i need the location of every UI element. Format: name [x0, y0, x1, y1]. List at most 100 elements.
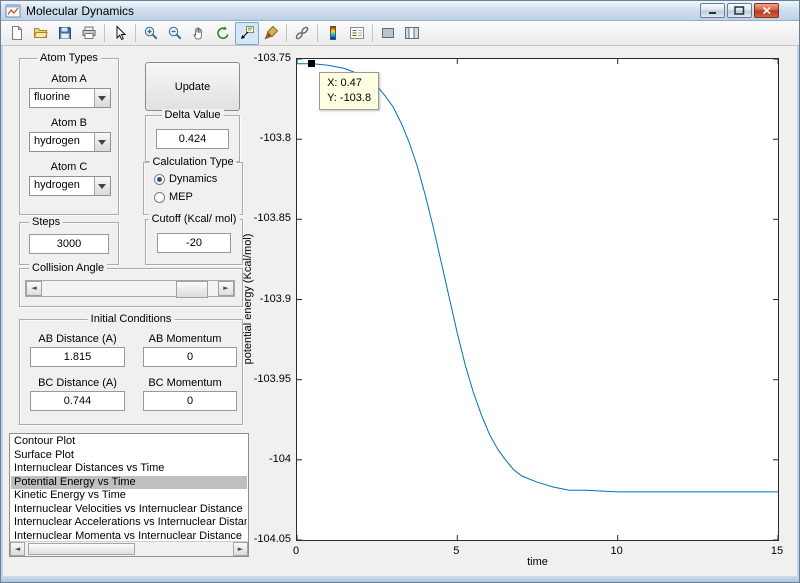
atom-b-value: hydrogen — [34, 135, 80, 147]
axis-ticks — [297, 59, 778, 540]
atom-types-panel-title: Atom Types — [37, 52, 101, 64]
bc-distance-label: BC Distance (A) — [25, 377, 130, 389]
list-item[interactable]: Contour Plot — [11, 435, 247, 449]
hide-plot-tools-button[interactable] — [376, 22, 400, 45]
listbox-hscrollbar[interactable] — [10, 541, 248, 556]
matlab-figure-window: Molecular Dynamics Atom Typ — [0, 0, 800, 583]
mep-radio[interactable]: MEP — [154, 191, 193, 203]
list-item[interactable]: Internuclear Momenta vs Internuclear Dis… — [11, 530, 247, 542]
slider-right-arrow-icon[interactable] — [218, 281, 234, 296]
initial-conditions-panel-title: Initial Conditions — [88, 313, 175, 325]
x-tick-label: 5 — [436, 545, 476, 557]
datatip: X: 0.47 Y: -103.8 — [319, 72, 379, 110]
atom-c-select[interactable]: hydrogen — [29, 176, 111, 196]
atom-c-label: Atom C — [20, 161, 118, 173]
zoom-in-button[interactable] — [139, 22, 163, 45]
plot-type-listbox[interactable]: Contour PlotSurface PlotInternuclear Dis… — [9, 433, 249, 557]
slider-left-arrow-icon[interactable] — [26, 281, 42, 296]
list-item[interactable]: Internuclear Velocities vs Internuclear … — [11, 503, 247, 517]
update-button[interactable]: Update — [145, 62, 240, 111]
window-title: Molecular Dynamics — [26, 4, 134, 18]
list-item-selected[interactable]: Potential Energy vs Time — [11, 476, 247, 490]
data-cursor-button[interactable] — [235, 22, 259, 45]
x-axis-label: time — [517, 556, 558, 568]
collision-angle-slider[interactable] — [25, 280, 235, 297]
bc-momentum-input[interactable]: 0 — [143, 391, 237, 411]
y-tick-label: -103.85 — [233, 212, 291, 224]
atom-b-select[interactable]: hydrogen — [29, 132, 111, 152]
toolbar-separator — [372, 24, 373, 42]
maximize-button[interactable] — [727, 3, 752, 18]
calculation-type-panel: Calculation Type Dynamics MEP — [143, 162, 243, 215]
open-file-button[interactable] — [29, 22, 53, 45]
close-button[interactable] — [754, 3, 779, 18]
ab-distance-input[interactable]: 1.815 — [30, 347, 125, 367]
chevron-down-icon — [94, 89, 110, 107]
bc-momentum-label: BC Momentum — [135, 377, 235, 389]
window-frame-left — [1, 46, 3, 582]
chevron-down-icon — [94, 133, 110, 151]
cutoff-panel-title: Cutoff (Kcal/ mol) — [149, 213, 240, 225]
delta-value-panel: Delta Value 0.424 — [145, 115, 240, 162]
datatip-x-value: X: 0.47 — [327, 76, 371, 91]
titlebar[interactable]: Molecular Dynamics — [1, 1, 799, 21]
mep-radio-label: MEP — [169, 191, 193, 203]
show-plot-tools-button[interactable] — [400, 22, 424, 45]
potential-energy-curve — [297, 64, 778, 492]
dynamics-radio[interactable]: Dynamics — [154, 173, 217, 185]
insert-colorbar-button[interactable] — [321, 22, 345, 45]
datatip-marker[interactable] — [308, 60, 315, 67]
pan-button[interactable] — [187, 22, 211, 45]
toolbar-separator — [104, 24, 105, 42]
atom-a-value: fluorine — [34, 91, 70, 103]
datatip-y-value: Y: -103.8 — [327, 91, 371, 106]
list-item[interactable]: Internuclear Distances vs Time — [11, 462, 247, 476]
y-tick-label: -104 — [233, 453, 291, 465]
link-plot-button[interactable] — [290, 22, 314, 45]
plot-axes — [296, 58, 779, 541]
scrollbar-thumb[interactable] — [28, 543, 135, 555]
steps-input[interactable]: 3000 — [29, 234, 109, 254]
y-tick-label: -103.95 — [233, 373, 291, 385]
new-figure-button[interactable] — [5, 22, 29, 45]
delta-value-input[interactable]: 0.424 — [156, 129, 229, 149]
chevron-down-icon — [94, 177, 110, 195]
ab-distance-label: AB Distance (A) — [25, 333, 130, 345]
edit-plot-button[interactable] — [108, 22, 132, 45]
y-tick-label: -103.9 — [233, 293, 291, 305]
collision-angle-panel: Collision Angle — [19, 268, 243, 307]
save-figure-button[interactable] — [53, 22, 77, 45]
print-figure-button[interactable] — [77, 22, 101, 45]
minimize-button[interactable] — [700, 3, 725, 18]
window-frame-right — [797, 46, 799, 582]
radio-selected-icon — [154, 174, 165, 185]
toolbar-separator — [135, 24, 136, 42]
list-item[interactable]: Surface Plot — [11, 449, 247, 463]
cutoff-input[interactable]: -20 — [157, 233, 231, 253]
list-item[interactable]: Internuclear Accelerations vs Internucle… — [11, 516, 247, 530]
zoom-out-button[interactable] — [163, 22, 187, 45]
atom-types-panel: Atom Types Atom A fluorine Atom B hydrog… — [19, 58, 119, 215]
bc-distance-input[interactable]: 0.744 — [30, 391, 125, 411]
rotate-3d-button[interactable] — [211, 22, 235, 45]
x-tick-label: 0 — [276, 545, 316, 557]
ab-momentum-input[interactable]: 0 — [143, 347, 237, 367]
x-tick-label: 15 — [757, 545, 797, 557]
toolbar-separator — [286, 24, 287, 42]
scrollbar-left-arrow-icon[interactable] — [10, 542, 25, 556]
dynamics-radio-label: Dynamics — [169, 173, 217, 185]
list-item[interactable]: Kinetic Energy vs Time — [11, 489, 247, 503]
window-frame-bottom — [1, 576, 799, 583]
slider-thumb[interactable] — [176, 281, 208, 298]
insert-legend-button[interactable] — [345, 22, 369, 45]
listbox-items: Contour PlotSurface PlotInternuclear Dis… — [11, 435, 247, 541]
toolbar-separator — [317, 24, 318, 42]
brush-data-button[interactable] — [259, 22, 283, 45]
x-tick-label: 10 — [597, 545, 637, 557]
calculation-type-panel-title: Calculation Type — [149, 156, 236, 168]
y-tick-label: -103.8 — [233, 132, 291, 144]
y-tick-label: -103.75 — [233, 52, 291, 64]
atom-a-select[interactable]: fluorine — [29, 88, 111, 108]
radio-unselected-icon — [154, 192, 165, 203]
steps-panel: Steps 3000 — [19, 222, 119, 265]
